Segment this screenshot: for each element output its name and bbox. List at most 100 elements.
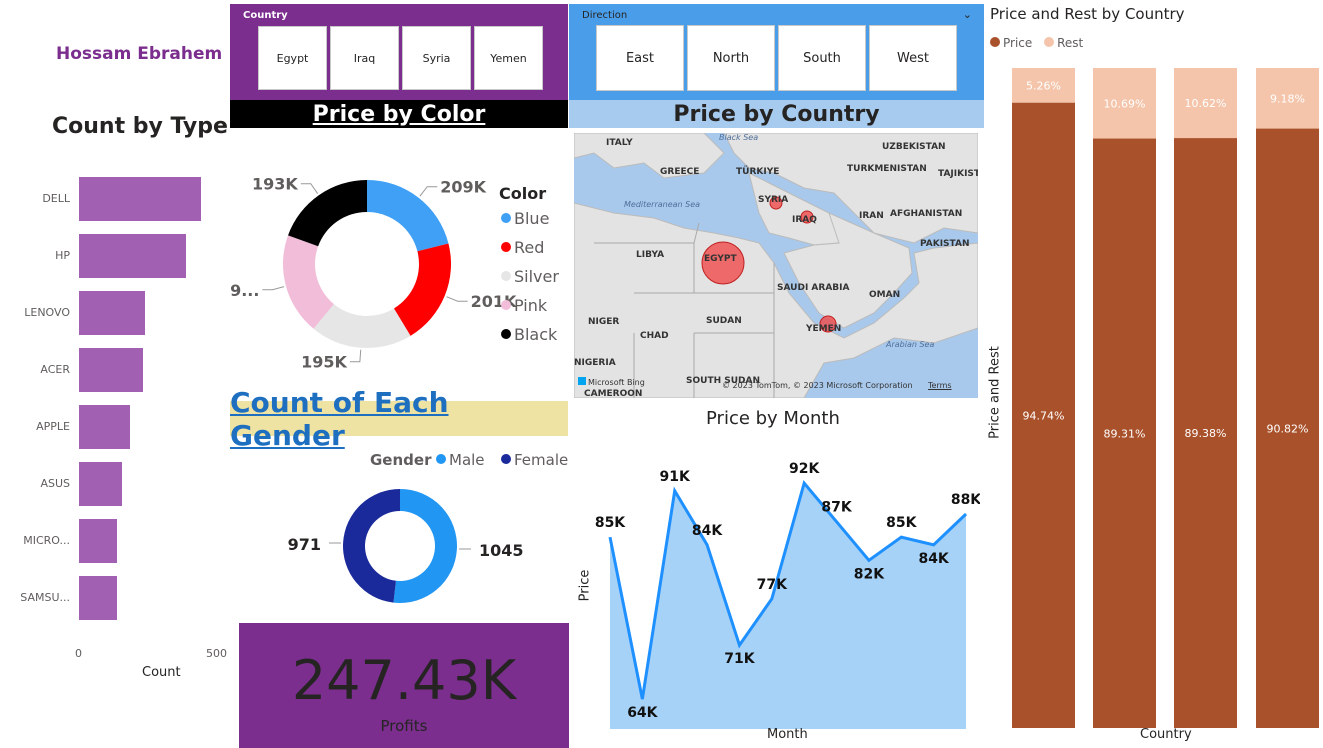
direction-slicer: Direction ⌄ East North South West [569,4,984,100]
price-and-rest-ylabel: Price and Rest [987,346,1003,439]
type-label-4: APPLE [36,420,70,433]
price-by-color-chart: 209K 201K 195K 19... 193K Color Blue Red Silver P… [230,175,559,372]
price-and-rest-chart: 5.26% 94.74% 10.69% 89.31% 10.62% 89.38% 9.18%… [1012,68,1319,728]
color-legend-marker-3 [501,300,511,310]
map-label-italy: ITALY [606,138,633,148]
map-label-saudi-arabia: SAUDI ARABIA [777,283,850,293]
author-name: Hossam Ebrahem [56,44,223,64]
direction-option-south[interactable]: South [778,25,866,91]
color-slice-1[interactable] [393,243,451,336]
type-label-1: HP [55,249,70,262]
legend-price-marker [990,37,1000,47]
color-legend-label-3[interactable]: Pink [514,296,548,315]
map-label-nigeria: NIGERIA [574,358,616,368]
gender-chart: 1045 971 Gender Male Female [288,451,568,603]
count-axis-tick-500: 500 [206,647,227,660]
gender-legend-label-1[interactable]: Female [514,451,568,469]
gender-legend-marker-0 [436,454,446,464]
map-label-iraq: IRAQ [792,215,817,225]
color-legend-title: Color [499,184,546,203]
type-bar-0[interactable] [79,177,202,221]
map-label-libya: LIBYA [636,250,665,260]
price-and-rest-legend: Price Rest [990,36,1083,50]
type-label-2: LENOVO [24,306,70,319]
map-label-pakistan: PAKISTAN [920,239,970,249]
map-label-oman: OMAN [869,290,901,300]
month-data-label-3: 84K [692,523,723,539]
bing-icon [578,377,586,385]
gender-slice-1[interactable] [343,489,400,603]
price-by-color-header: Price by Color [230,100,568,128]
type-bar-6[interactable] [79,519,118,563]
map-label-iran: IRAN [859,211,884,221]
color-legend-label-1[interactable]: Red [514,238,544,257]
color-legend-marker-2 [501,271,511,281]
gender-data-label-1: 971 [288,535,321,554]
color-legend-label-4[interactable]: Black [514,325,558,344]
type-label-0: DELL [42,192,70,205]
color-slice-4[interactable] [288,180,367,247]
bing-logo: Microsoft Bing [578,377,645,387]
gender-slice-0[interactable] [393,489,457,603]
month-data-label-1: 64K [627,705,658,721]
type-bar-2[interactable] [79,291,146,335]
price-data-label-1: 89.31% [1104,427,1146,440]
month-data-label-10: 84K [918,551,949,567]
price-data-label-0: 94.74% [1023,409,1065,422]
price-by-country-header: Price by Country [569,100,984,128]
country-slicer-title: Country [243,10,288,21]
map-label-afghanistan: AFGHANISTAN [890,209,963,219]
rest-data-label-3: 9.18% [1270,92,1305,105]
country-option-iraq[interactable]: Iraq [330,26,399,90]
price-data-label-2: 89.38% [1185,427,1227,440]
type-bar-3[interactable] [79,348,143,392]
color-data-label-2: 195K [301,353,347,372]
color-slice-0[interactable] [367,180,449,252]
legend-price-label: Price [1003,36,1033,50]
country-option-syria[interactable]: Syria [402,26,471,90]
country-option-yemen[interactable]: Yemen [474,26,543,90]
map-sea-arabian: Arabian Sea [886,340,935,349]
type-bar-4[interactable] [79,405,130,449]
rest-data-label-1: 10.69% [1104,97,1146,110]
color-legend-label-0[interactable]: Blue [514,209,549,228]
chevron-down-icon[interactable]: ⌄ [963,8,972,21]
price-by-month-ylabel: Price [577,569,593,602]
map-terms-link[interactable]: Terms [928,381,952,390]
gender-legend-label-0[interactable]: Male [449,451,485,469]
direction-option-east[interactable]: East [596,25,684,91]
month-data-label-0: 85K [595,515,626,531]
type-bar-7[interactable] [79,576,118,620]
direction-slicer-title: Direction [582,10,628,21]
type-bar-1[interactable] [79,234,187,278]
country-option-egypt[interactable]: Egypt [258,26,327,90]
type-label-7: SAMSU... [20,591,70,604]
gender-legend-title: Gender [370,451,432,469]
type-label-5: ASUS [40,477,70,490]
profits-value: 247.43K [291,649,517,712]
map-label-uzbekistan: UZBEKISTAN [882,142,946,152]
color-leader-1 [446,296,468,302]
color-data-label-3: 19... [230,281,259,300]
price-by-country-map[interactable]: ITALY GREECE TÜRKIYE UZBEKISTAN TURKMENI… [574,133,978,398]
color-legend-label-2[interactable]: Silver [514,267,559,286]
month-data-label-8: 82K [854,566,885,582]
map-label-syria: SYRIA [758,195,789,205]
month-data-label-9: 85K [886,515,917,531]
rest-data-label-0: 5.26% [1026,79,1061,92]
type-bar-5[interactable] [79,462,123,506]
month-data-label-7: 87K [821,500,852,516]
direction-option-north[interactable]: North [687,25,775,91]
color-leader-4 [300,183,319,194]
color-leader-0 [419,186,438,197]
count-axis-label: Count [142,665,181,680]
price-by-color-title: Price by Color [312,101,486,127]
rest-data-label-2: 10.62% [1185,97,1227,110]
map-label-greece: GREECE [660,167,700,177]
map-label-cameroon: CAMEROON [584,389,643,398]
color-leader-3 [262,286,285,291]
color-legend-marker-1 [501,242,511,252]
count-axis-tick-0: 0 [75,647,82,660]
direction-option-west[interactable]: West [869,25,957,91]
profits-card: 247.43K Profits [239,623,569,748]
